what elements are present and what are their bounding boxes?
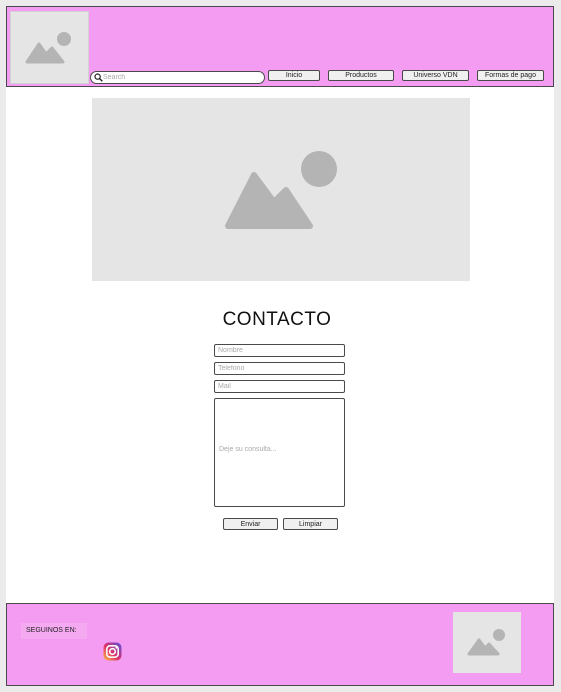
nav-productos-button[interactable]: Productos [328,70,394,81]
page: Inicio Productos Universo VDN Formas de … [6,6,554,686]
mail-field[interactable] [214,380,345,393]
image-placeholder-icon [467,629,505,656]
search-input[interactable] [103,72,258,83]
follow-label: SEGUINOS EN: [21,623,87,639]
name-field[interactable] [214,344,345,357]
nav-formas-de-pago-button[interactable]: Formas de pago [477,70,544,81]
search-box[interactable] [90,71,265,84]
instagram-icon[interactable] [103,642,122,661]
header-logo[interactable] [10,11,89,84]
send-button[interactable]: Enviar [223,518,278,530]
message-textarea[interactable] [214,398,345,507]
header: Inicio Productos Universo VDN Formas de … [6,6,554,87]
hero-image [92,98,470,281]
image-placeholder-icon [225,151,337,229]
clear-button[interactable]: Limpiar [283,518,338,530]
search-icon [94,73,103,82]
nav-universo-vdn-button[interactable]: Universo VDN [402,70,469,81]
nav-inicio-button[interactable]: Inicio [268,70,320,81]
footer-logo [453,612,521,673]
image-placeholder-icon [25,32,71,64]
page-title: CONTACTO [222,309,332,330]
footer: SEGUINOS EN: [6,603,554,686]
phone-field[interactable] [214,362,345,375]
